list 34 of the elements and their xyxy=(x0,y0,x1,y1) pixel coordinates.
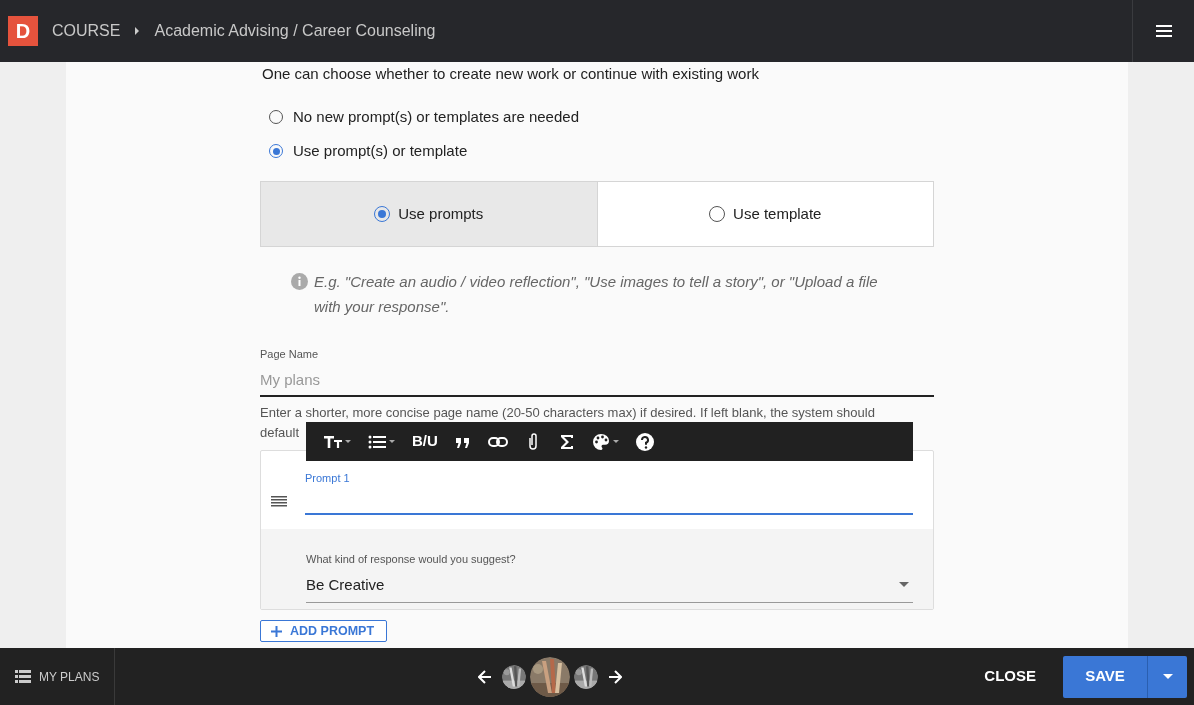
save-options-button[interactable] xyxy=(1147,655,1187,698)
info-text: E.g. "Create an audio / video reflection", "Use images to tell a story", or "Upload a file with your response". xyxy=(314,272,879,317)
tab[interactable]: Use prompts xyxy=(261,182,597,246)
caret-icon xyxy=(899,582,909,588)
logo[interactable]: D xyxy=(8,16,38,46)
arrow-right-icon[interactable] xyxy=(608,669,622,684)
tab[interactable]: Use template xyxy=(596,182,933,246)
plus-icon xyxy=(271,625,282,637)
add-prompt-button[interactable]: ADD PROMPT xyxy=(260,620,388,642)
my-plans-button[interactable]: MY PLANS xyxy=(0,648,116,705)
field-label: Page Name xyxy=(260,347,320,362)
chevron-icon xyxy=(134,26,141,36)
arrow-left-icon[interactable] xyxy=(478,669,492,684)
close-button[interactable]: CLOSE xyxy=(978,664,1042,689)
list-icon xyxy=(15,670,31,683)
info-icon xyxy=(291,273,308,290)
breadcrumb-link[interactable]: Academic Advising / Career Counseling xyxy=(154,19,436,43)
intro-text: One can choose whether to create new work or continue with existing work xyxy=(261,64,760,84)
breadcrumb-link[interactable]: COURSE xyxy=(52,19,121,43)
radio-label: No new prompt(s) or templates are needed xyxy=(293,106,579,127)
menu-icon[interactable] xyxy=(1155,25,1172,37)
radio-label: Use prompt(s) or template xyxy=(293,140,468,161)
field-label: Prompt 1 xyxy=(305,471,351,486)
hint-text: Enter a shorter, more concise page name (20-50 characters max) if desired. If left blank, the system should xyxy=(260,404,875,422)
save-button[interactable]: SAVE xyxy=(1063,655,1147,698)
format-button[interactable]: B/U xyxy=(412,430,438,453)
hint-text: default xyxy=(260,424,300,442)
page-name-field[interactable]: My plans xyxy=(260,362,934,397)
palette-icon[interactable] xyxy=(591,432,620,451)
drag-handle-icon[interactable] xyxy=(271,496,287,507)
help-icon[interactable] xyxy=(635,432,654,451)
caret-icon xyxy=(1162,674,1173,679)
response-type-select[interactable]: Be Creative xyxy=(306,567,913,603)
field-label: What kind of response would you suggest? xyxy=(306,552,517,567)
